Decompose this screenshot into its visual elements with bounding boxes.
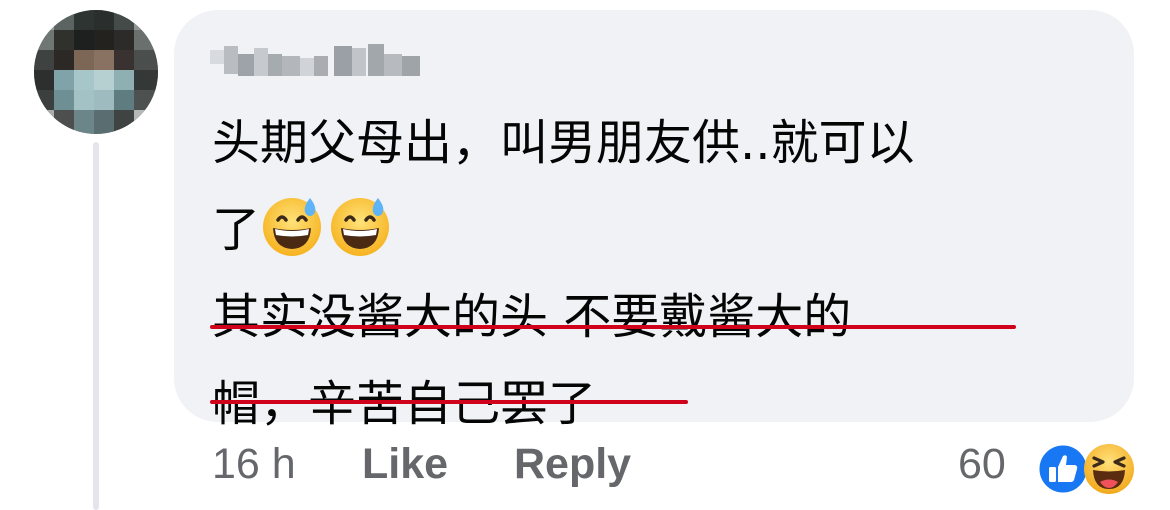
grinning-face-with-sweat-icon: [263, 198, 322, 256]
red-underline-1: [210, 325, 1016, 329]
reaction-count: 60: [958, 440, 1006, 488]
comment-line-3: 其实没酱大的头 不要戴酱大的: [212, 289, 852, 345]
comment-line-1: 头期父母出，叫男朋友供..就可以: [212, 115, 915, 171]
thread-line: [93, 142, 99, 510]
haha-reaction-icon: [1084, 444, 1134, 494]
blurred-name-image: [210, 44, 420, 76]
like-button[interactable]: Like: [362, 440, 448, 489]
comment-line-4: 帽，辛苦自己罢了: [212, 376, 597, 432]
comment-thread: 头期父母出，叫男朋友供..就可以 了 其实没酱大的头 不要戴酱大的 帽，辛苦自己…: [0, 0, 1170, 510]
reply-button[interactable]: Reply: [514, 440, 631, 489]
red-underline-2: [210, 400, 688, 404]
avatar[interactable]: [34, 10, 158, 134]
comment-body: 头期父母出，叫男朋友供..就可以 了 其实没酱大的头 不要戴酱大的 帽，辛苦自己…: [212, 100, 1112, 448]
comment-line-2: 了: [212, 202, 261, 258]
author-name[interactable]: [210, 44, 420, 82]
timestamp[interactable]: 16 h: [212, 440, 296, 489]
avatar-image: [34, 10, 158, 134]
grinning-face-with-sweat-icon: [331, 198, 390, 256]
comment-line-2-wrap: 了: [212, 187, 1112, 274]
